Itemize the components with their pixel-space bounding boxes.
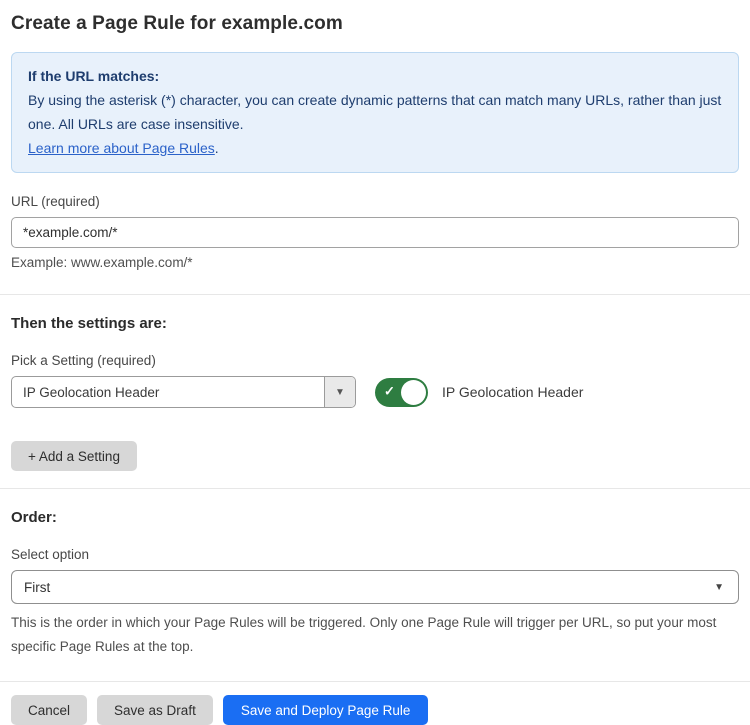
url-match-info-box: If the URL matches: By using the asteris… (11, 52, 739, 173)
toggle-label: IP Geolocation Header (442, 384, 583, 400)
save-and-deploy-button[interactable]: Save and Deploy Page Rule (223, 695, 429, 725)
section-divider (0, 488, 750, 489)
settings-section-heading: Then the settings are: (11, 315, 739, 332)
section-divider (0, 294, 750, 295)
toggle-knob (401, 380, 426, 405)
url-input[interactable] (11, 217, 739, 248)
add-setting-button[interactable]: + Add a Setting (11, 441, 137, 471)
ip-geolocation-toggle[interactable]: ✓ (375, 378, 428, 407)
setting-row: IP Geolocation Header ▼ ✓ IP Geolocation… (11, 376, 739, 408)
order-select-label: Select option (11, 547, 739, 562)
order-select-value: First (24, 580, 50, 595)
info-box-link-line: Learn more about Page Rules. (28, 136, 722, 160)
setting-dropdown-value: IP Geolocation Header (12, 377, 324, 407)
learn-more-link[interactable]: Learn more about Page Rules (28, 140, 215, 156)
action-button-row: Cancel Save as Draft Save and Deploy Pag… (0, 695, 750, 725)
setting-dropdown[interactable]: IP Geolocation Header ▼ (11, 376, 356, 408)
cancel-button[interactable]: Cancel (11, 695, 87, 725)
url-field-label: URL (required) (11, 194, 739, 209)
order-helper-text: This is the order in which your Page Rul… (11, 611, 731, 659)
info-box-heading: If the URL matches: (28, 64, 722, 88)
page-title: Create a Page Rule for example.com (0, 0, 750, 35)
link-period: . (215, 140, 219, 156)
order-section-heading: Order: (11, 509, 739, 526)
check-icon: ✓ (384, 384, 395, 400)
url-example-helper: Example: www.example.com/* (11, 255, 739, 270)
save-as-draft-button[interactable]: Save as Draft (97, 695, 213, 725)
caret-down-icon: ▼ (714, 582, 724, 593)
caret-down-icon: ▼ (335, 387, 345, 398)
footer-divider (0, 681, 750, 682)
info-box-body: By using the asterisk (*) character, you… (28, 88, 722, 136)
pick-setting-label: Pick a Setting (required) (11, 353, 739, 368)
order-select[interactable]: First ▼ (11, 570, 739, 604)
setting-dropdown-arrow-button[interactable]: ▼ (324, 377, 355, 407)
